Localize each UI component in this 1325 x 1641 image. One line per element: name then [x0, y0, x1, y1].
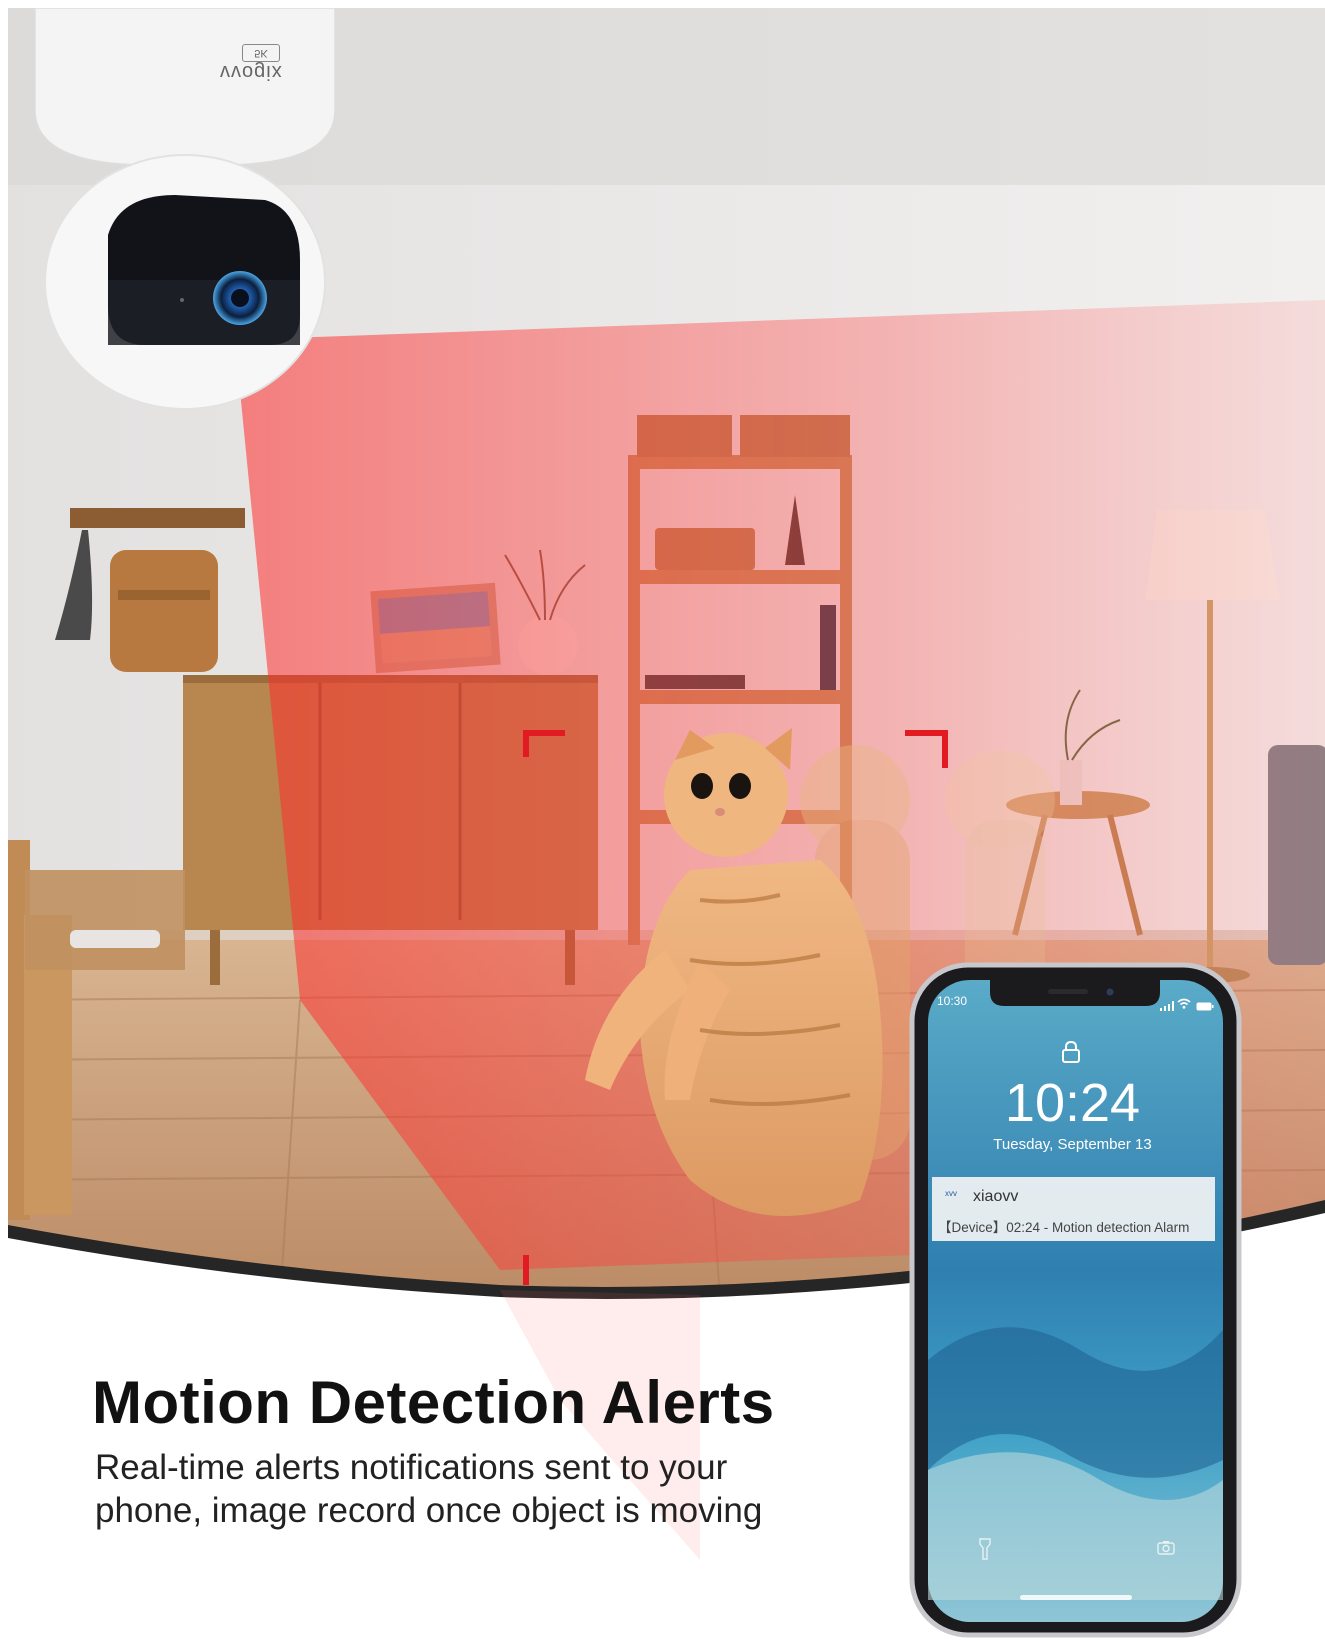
flashlight-icon[interactable] [978, 1538, 992, 1565]
wifi-icon [1177, 996, 1191, 1014]
security-camera [34, 8, 336, 410]
notification-app-icon: xvv [945, 1189, 957, 1198]
description: Real-time alerts notifications sent to y… [95, 1448, 763, 1530]
lock-screen-time: 10:24 [1004, 1073, 1141, 1133]
hook-rack [70, 508, 245, 528]
headline: Motion Detection Alerts [92, 1369, 775, 1436]
signal-icon [1160, 998, 1174, 1016]
product-banner: 5K vvogix 10:30 10:24 Tuesday, September… [0, 0, 1325, 1641]
notification-message: 【Device】02:24 - Motion detection Alarm [938, 1220, 1190, 1235]
backpack [110, 550, 218, 672]
battery-icon [1196, 998, 1214, 1016]
phone-status-time: 10:30 [937, 994, 968, 1008]
notification-app-name: xiaovv [973, 1188, 1019, 1205]
lock-icon [1061, 1040, 1081, 1069]
camera-brand-logo: vvogix [220, 61, 283, 83]
lock-screen-date: Tuesday, September 13 [993, 1136, 1152, 1153]
camera-icon[interactable] [1157, 1540, 1175, 1560]
